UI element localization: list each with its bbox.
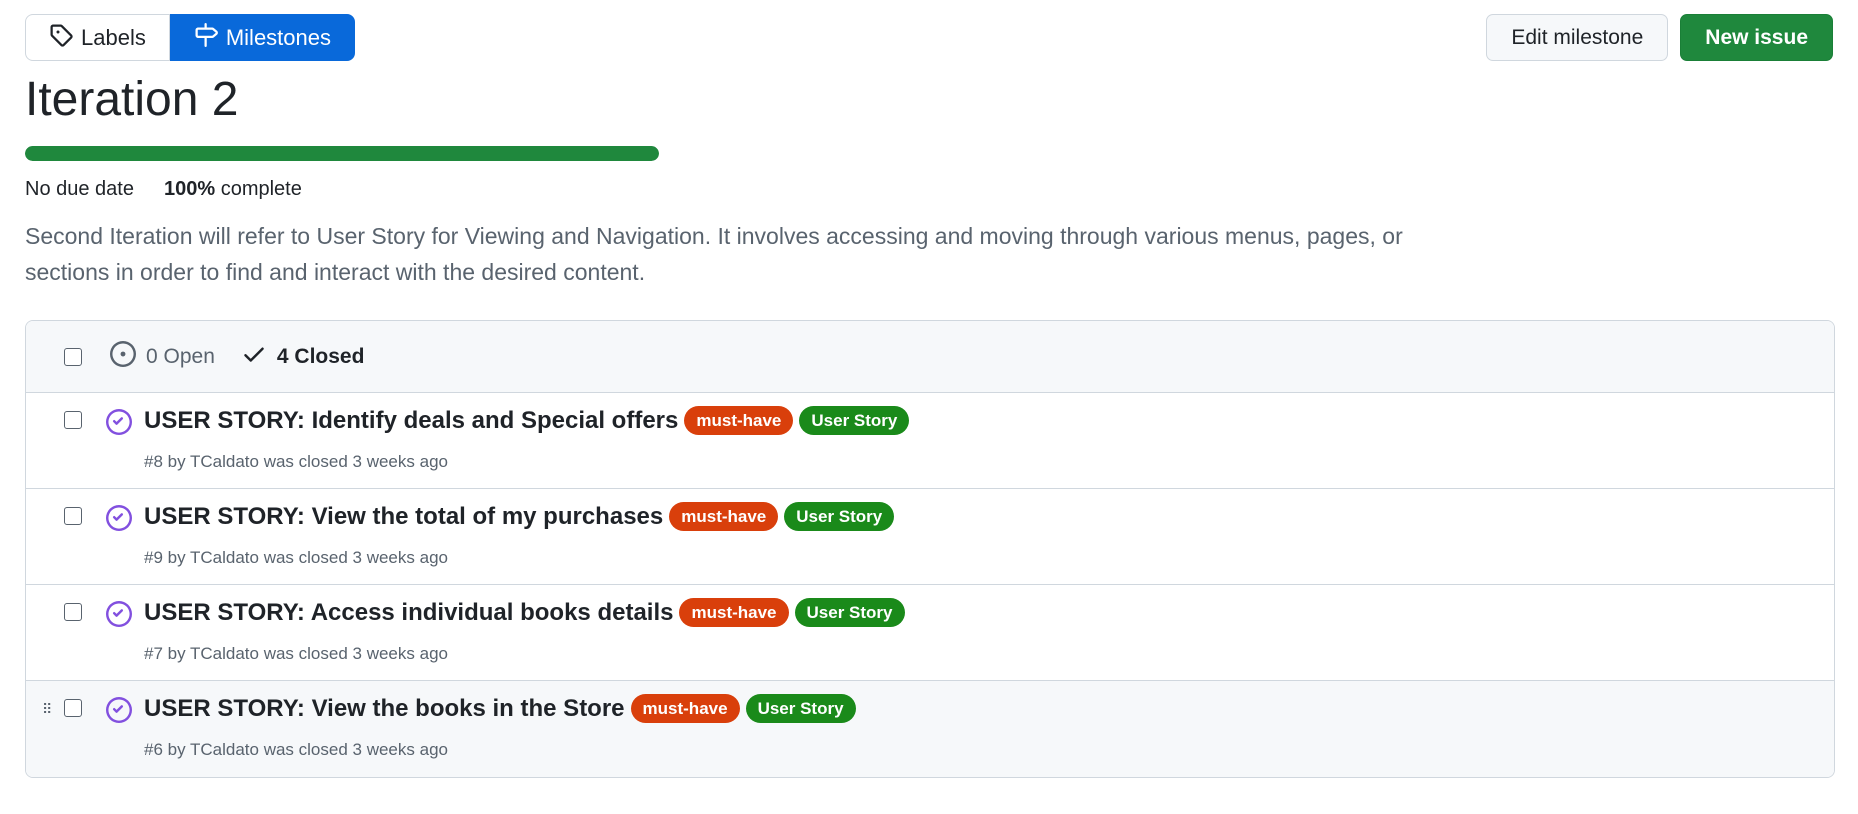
issue-meta: #7 by TCaldato was closed 3 weeks ago	[144, 644, 448, 663]
tag-icon	[49, 23, 73, 53]
issue-state-filter: 0 Open 4 Closed	[110, 340, 365, 373]
labels-tab[interactable]: Labels	[25, 14, 170, 61]
issue-row[interactable]: USER STORY: Identify deals and Special o…	[26, 393, 1834, 489]
issue-title-link[interactable]: USER STORY: View the total of my purchas…	[144, 503, 663, 531]
issue-meta: #6 by TCaldato was closed 3 weeks ago	[144, 740, 448, 759]
issue-opened-icon	[110, 340, 136, 373]
issue-closed-icon	[106, 697, 132, 723]
milestone-toolbar: Labels Milestones Edit milestone New iss…	[25, 14, 1833, 62]
progress-bar	[25, 146, 659, 161]
label-must-have[interactable]: must-have	[630, 694, 740, 723]
issue-checkbox[interactable]	[64, 699, 82, 717]
issue-headline: USER STORY: Identify deals and Special o…	[144, 406, 910, 435]
issue-checkbox[interactable]	[64, 411, 82, 429]
milestone-actions: Edit milestone New issue	[1486, 14, 1833, 61]
closed-issues-count: 4 Closed	[276, 344, 365, 368]
label-user-story[interactable]: User Story	[799, 406, 910, 435]
drag-handle-icon[interactable]: ⠿	[42, 701, 52, 718]
issue-meta: #8 by TCaldato was closed 3 weeks ago	[144, 452, 448, 471]
select-all-checkbox[interactable]	[64, 347, 82, 366]
issue-closed-icon	[106, 505, 132, 531]
milestones-tab-label: Milestones	[225, 24, 331, 50]
issue-row[interactable]: USER STORY: View the total of my purchas…	[26, 489, 1834, 585]
labels-tab-label: Labels	[81, 24, 146, 50]
label-user-story[interactable]: User Story	[745, 694, 856, 723]
milestone-icon	[194, 22, 218, 53]
issue-checkbox[interactable]	[64, 507, 82, 525]
check-icon	[241, 341, 267, 373]
label-user-story[interactable]: User Story	[784, 502, 895, 531]
issue-meta: #9 by TCaldato was closed 3 weeks ago	[144, 548, 448, 567]
due-date: No due date	[25, 178, 134, 200]
label-must-have[interactable]: must-have	[679, 598, 789, 627]
issue-closed-icon	[106, 409, 132, 435]
issue-headline: USER STORY: View the total of my purchas…	[144, 502, 895, 531]
edit-milestone-button[interactable]: Edit milestone	[1486, 14, 1669, 61]
new-issue-button[interactable]: New issue	[1680, 14, 1833, 61]
issue-row[interactable]: ⠿ USER STORY: View the books in the Stor…	[26, 681, 1834, 777]
milestone-title: Iteration 2	[25, 73, 239, 126]
milestone-description: Second Iteration will refer to User Stor…	[25, 223, 1403, 285]
issue-title-link[interactable]: USER STORY: Identify deals and Special o…	[144, 407, 678, 435]
open-issues-filter[interactable]: 0 Open	[110, 340, 215, 373]
open-issues-count: 0 Open	[146, 344, 215, 368]
subnav: Labels Milestones	[25, 14, 355, 61]
issue-headline: USER STORY: View the books in the Store …	[144, 694, 856, 723]
issues-list-header: 0 Open 4 Closed	[26, 321, 1834, 393]
issues-list: 0 Open 4 Closed USER STORY: Identify dea…	[25, 320, 1835, 778]
issue-headline: USER STORY: Access individual books deta…	[144, 598, 905, 627]
issue-closed-icon	[106, 601, 132, 627]
issue-title-link[interactable]: USER STORY: View the books in the Store	[144, 695, 625, 723]
milestone-meta: No due date 100% complete	[25, 178, 302, 201]
completion: 100% complete	[164, 178, 302, 201]
label-user-story[interactable]: User Story	[794, 598, 905, 627]
completion-percent: 100%	[163, 178, 216, 200]
closed-issues-filter[interactable]: 4 Closed	[241, 341, 365, 373]
issue-checkbox[interactable]	[64, 603, 82, 621]
issue-row[interactable]: USER STORY: Access individual books deta…	[26, 585, 1834, 681]
label-must-have[interactable]: must-have	[669, 502, 779, 531]
progress-bar-fill	[25, 146, 659, 161]
completion-label: complete	[220, 178, 302, 200]
milestones-tab[interactable]: Milestones	[169, 14, 355, 61]
issue-title-link[interactable]: USER STORY: Access individual books deta…	[144, 599, 673, 627]
label-must-have[interactable]: must-have	[684, 406, 794, 435]
